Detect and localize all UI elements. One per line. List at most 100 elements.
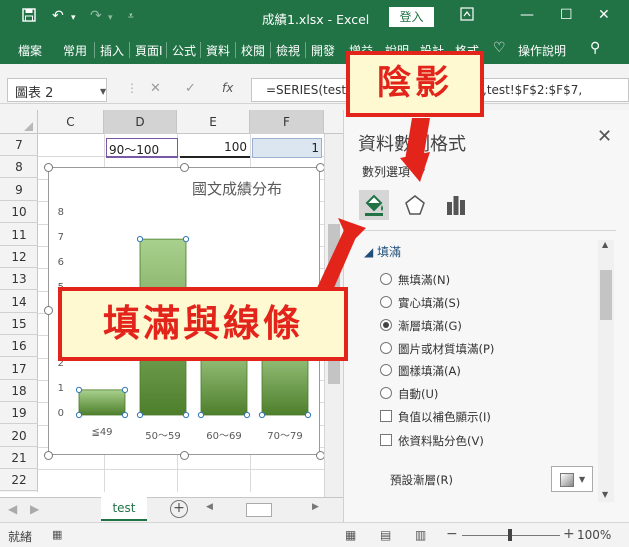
bar-selection-handle[interactable] <box>136 236 144 243</box>
bar-selection-handle[interactable] <box>121 411 129 419</box>
insert-function-icon[interactable]: fx <box>222 81 233 95</box>
close-icon[interactable]: ✕ <box>598 7 610 23</box>
tab-page-layout[interactable]: 頁面I <box>135 42 163 59</box>
sheet-nav-prev-icon[interactable]: ◀ <box>8 502 17 516</box>
enter-icon[interactable]: ✓ <box>185 81 196 96</box>
horizontal-scrollbar[interactable]: ◀ ▶ <box>206 502 326 518</box>
row-header[interactable]: 14 <box>0 291 38 313</box>
bar-selection-handle[interactable] <box>182 411 190 419</box>
row-header[interactable]: 16 <box>0 335 38 357</box>
fill-section-header[interactable]: ◢ 填滿 <box>364 243 401 260</box>
select-all-button[interactable] <box>0 110 38 134</box>
lightbulb-icon[interactable]: ♡ <box>493 40 506 56</box>
scroll-left-icon[interactable]: ◀ <box>206 502 213 512</box>
row-header[interactable]: 21 <box>0 447 38 469</box>
tab-data[interactable]: 資料 <box>206 42 230 59</box>
minimize-icon[interactable]: — <box>520 7 534 23</box>
row-header[interactable]: 10 <box>0 201 38 223</box>
bar-chart-icon[interactable] <box>441 190 471 220</box>
bar-0[interactable] <box>78 389 126 416</box>
zoom-slider-thumb[interactable] <box>508 529 512 541</box>
bar-selection-handle[interactable] <box>243 411 251 419</box>
page-break-view-icon[interactable]: ▥ <box>415 528 426 542</box>
tab-formulas[interactable]: 公式 <box>172 42 196 59</box>
row-header[interactable]: 17 <box>0 358 38 380</box>
scroll-right-icon[interactable]: ▶ <box>312 502 319 512</box>
pane-scrollbar[interactable]: ▲ ▼ <box>598 240 614 502</box>
customize-qat-icon[interactable]: ⩡ <box>128 11 134 22</box>
column-header-f[interactable]: F <box>250 110 324 134</box>
macro-record-icon[interactable]: ▦ <box>52 528 62 541</box>
bar-selection-handle[interactable] <box>197 411 205 419</box>
paint-bucket-icon[interactable] <box>359 190 389 220</box>
zoom-out-icon[interactable]: − <box>446 526 458 542</box>
chevron-down-icon[interactable]: ▼ <box>419 167 425 176</box>
undo-dropdown-icon[interactable]: ▾ <box>71 13 76 23</box>
resize-handle[interactable] <box>44 451 53 460</box>
normal-view-icon[interactable]: ▦ <box>345 528 356 542</box>
row-header[interactable]: 18 <box>0 380 38 402</box>
row-header[interactable]: 15 <box>0 313 38 335</box>
maximize-icon[interactable]: ☐ <box>560 7 573 23</box>
tab-review[interactable]: 校閱 <box>241 42 265 59</box>
tab-insert[interactable]: 插入 <box>100 42 124 59</box>
radio-picture-fill[interactable] <box>380 342 392 354</box>
row-header[interactable]: 11 <box>0 224 38 246</box>
scroll-thumb[interactable] <box>600 270 612 320</box>
resize-handle[interactable] <box>180 163 189 172</box>
radio-automatic[interactable] <box>380 387 392 399</box>
save-icon[interactable] <box>22 8 36 26</box>
series-options-dropdown[interactable]: 數列選項 <box>362 163 410 180</box>
bar-selection-handle[interactable] <box>304 411 312 419</box>
cell-e7[interactable]: 100 <box>180 138 250 158</box>
row-header[interactable]: 19 <box>0 402 38 424</box>
column-header-e[interactable]: E <box>177 110 250 134</box>
tab-developer[interactable]: 開發 <box>311 42 335 59</box>
bar-selection-handle[interactable] <box>136 411 144 419</box>
sheet-nav-next-icon[interactable]: ▶ <box>30 502 39 516</box>
radio-pattern-fill[interactable] <box>380 364 392 376</box>
undo-icon[interactable]: ↶ <box>52 8 64 24</box>
row-header[interactable]: 7 <box>0 134 38 156</box>
chart-title[interactable]: 國文成績分布 <box>192 178 282 199</box>
resize-handle[interactable] <box>44 163 53 172</box>
scroll-up-icon[interactable]: ▲ <box>602 240 608 249</box>
bar-selection-handle[interactable] <box>182 236 190 243</box>
radio-gradient-fill[interactable] <box>380 319 392 331</box>
bar-selection-handle[interactable] <box>258 411 266 419</box>
tab-file[interactable]: 檔案 <box>18 42 42 59</box>
bar-selection-handle[interactable] <box>75 411 83 419</box>
checkbox-vary-colors[interactable] <box>380 434 392 446</box>
resize-handle[interactable] <box>180 451 189 460</box>
row-header[interactable]: 13 <box>0 268 38 290</box>
row-header[interactable]: 22 <box>0 469 38 491</box>
tab-home[interactable]: 常用 <box>63 42 87 59</box>
radio-solid-fill[interactable] <box>380 296 392 308</box>
login-button[interactable]: 登入 <box>389 7 434 27</box>
bar-selection-handle[interactable] <box>75 386 83 393</box>
redo-icon[interactable]: ↷ <box>90 8 102 24</box>
bar-selection-handle[interactable] <box>121 386 129 393</box>
row-header[interactable]: 9 <box>0 179 38 201</box>
scroll-thumb[interactable] <box>246 503 272 517</box>
tab-view[interactable]: 檢視 <box>276 42 300 59</box>
radio-no-fill[interactable] <box>380 273 392 285</box>
page-layout-view-icon[interactable]: ▤ <box>380 528 391 542</box>
pentagon-effects-icon[interactable] <box>400 190 430 220</box>
column-header-d[interactable]: D <box>104 110 177 134</box>
column-header-c[interactable]: C <box>38 110 104 134</box>
scroll-down-icon[interactable]: ▼ <box>602 490 608 499</box>
redo-dropdown-icon[interactable]: ▾ <box>108 13 113 23</box>
row-header[interactable]: 8 <box>0 156 38 178</box>
row-header[interactable]: 20 <box>0 425 38 447</box>
name-box[interactable]: 圖表 2 ▼ <box>7 78 107 102</box>
tell-me-box[interactable]: 操作說明 <box>518 42 566 59</box>
cell-f7[interactable]: 1 <box>252 138 322 158</box>
add-sheet-icon[interactable]: + <box>170 500 188 518</box>
zoom-level[interactable]: 100% <box>577 528 611 542</box>
checkbox-invert-negative[interactable] <box>380 410 392 422</box>
row-header[interactable]: 12 <box>0 246 38 268</box>
zoom-in-icon[interactable]: + <box>563 526 575 542</box>
chevron-down-icon[interactable]: ▼ <box>100 87 106 96</box>
preset-gradient-dropdown[interactable]: ▼ <box>551 466 593 492</box>
